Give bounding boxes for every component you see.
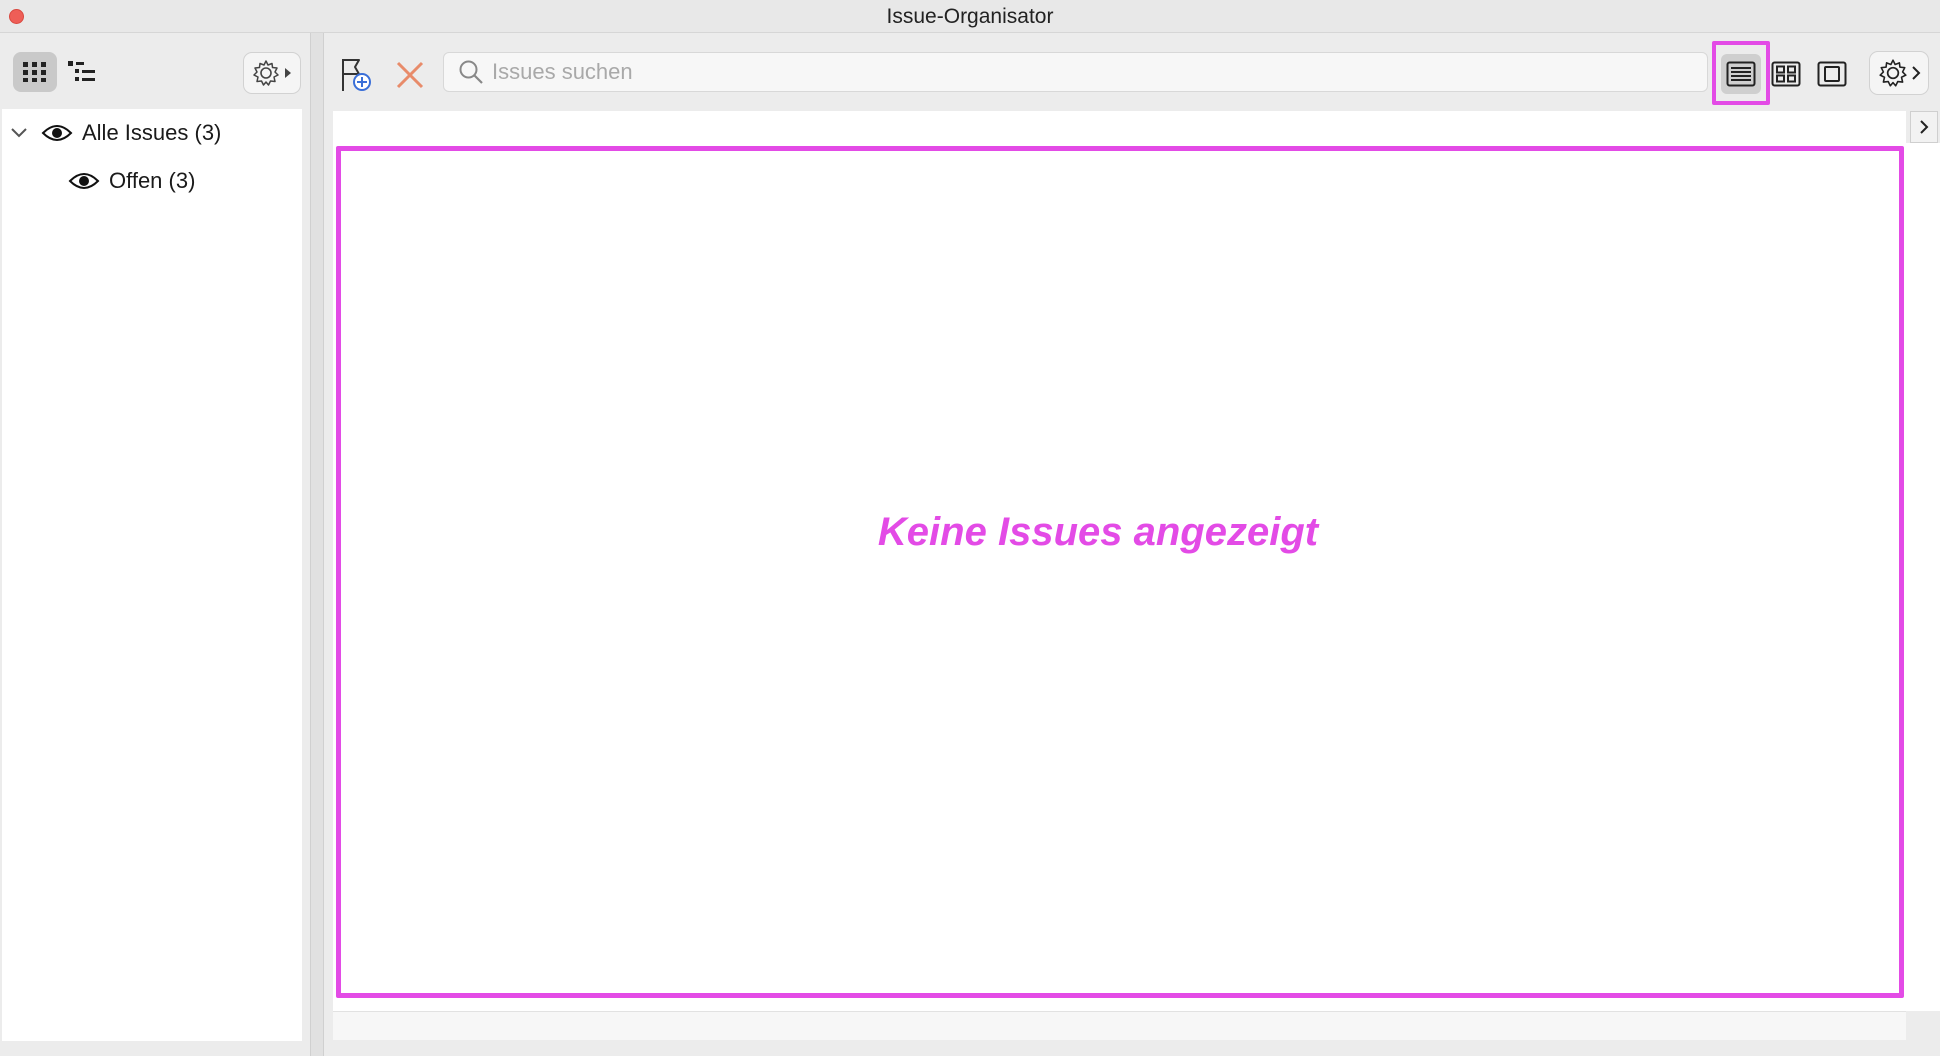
single-layout-button[interactable]: [1812, 54, 1852, 94]
toggle-detail-panel-button[interactable]: [1910, 111, 1938, 143]
content-footer: [333, 1011, 1906, 1040]
tiles-layout-button[interactable]: [1766, 54, 1806, 94]
tree-item-open[interactable]: Offen (3): [68, 166, 195, 196]
grid-icon: [23, 62, 46, 82]
sidebar-settings-button[interactable]: [243, 52, 301, 94]
new-issue-button[interactable]: [336, 55, 376, 95]
chevron-down-icon[interactable]: [10, 126, 28, 140]
detail-panel-collapsed: [1906, 143, 1940, 1011]
eye-icon: [41, 125, 73, 141]
gear-icon: [253, 60, 279, 86]
tree-item-label: Alle Issues (3): [82, 120, 222, 145]
tree-list-icon: [68, 61, 95, 81]
triangle-right-icon: [285, 68, 291, 78]
sidebar-tree-panel: [2, 109, 302, 1041]
active-layout-highlight: [1712, 41, 1770, 105]
gear-icon: [1879, 59, 1907, 87]
flag-add-icon: [342, 59, 371, 91]
title-bar: Issue-Organisator: [0, 0, 1940, 33]
empty-state-highlight: [336, 146, 1904, 998]
main-settings-button[interactable]: [1869, 51, 1929, 95]
tree-item-all-issues[interactable]: Alle Issues (3): [10, 118, 221, 148]
close-icon: [396, 61, 424, 89]
empty-state-message: Keine Issues angezeigt: [877, 510, 1319, 554]
chevron-right-icon: [1912, 66, 1921, 80]
tree-item-label: Offen (3): [109, 168, 196, 193]
single-frame-icon: [1817, 61, 1847, 87]
search-input[interactable]: [492, 55, 1672, 89]
tiles-icon: [1771, 61, 1801, 87]
search-icon: [459, 60, 483, 84]
tree-view-button[interactable]: [60, 52, 104, 92]
search-field[interactable]: [443, 52, 1708, 92]
eye-icon: [68, 173, 100, 189]
chevron-right-icon: [1920, 120, 1929, 134]
delete-issue-button[interactable]: [390, 55, 430, 95]
grid-view-button[interactable]: [13, 52, 57, 92]
sidebar-splitter[interactable]: [310, 33, 324, 1056]
window-title: Issue-Organisator: [886, 5, 1054, 28]
